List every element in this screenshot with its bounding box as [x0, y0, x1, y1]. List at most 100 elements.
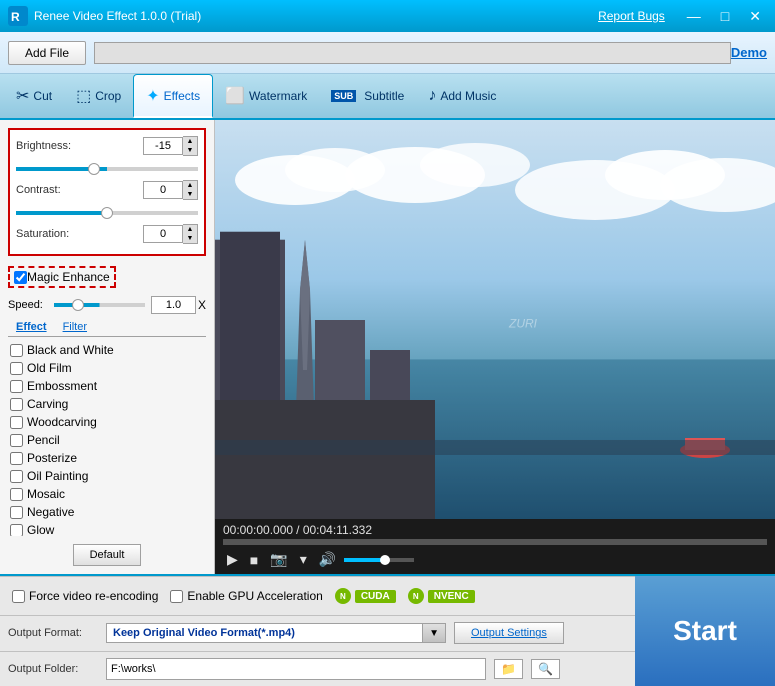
brightness-down[interactable]: ▼ [183, 146, 197, 155]
force-reencode-text: Force video re-encoding [29, 589, 158, 603]
list-item[interactable]: Mosaic [8, 485, 204, 503]
black-white-checkbox[interactable] [10, 344, 23, 357]
format-select[interactable]: Keep Original Video Format(*.mp4) ▼ [106, 623, 446, 643]
list-item[interactable]: Black and White [8, 341, 204, 359]
close-button[interactable]: ✕ [743, 6, 767, 27]
options-bar: Force video re-encoding Enable GPU Accel… [0, 576, 635, 615]
magic-enhance-checkbox-container[interactable]: Magic Enhance [8, 266, 116, 288]
magic-enhance-row: Magic Enhance [8, 266, 206, 288]
nvenc-badge: NVENC [428, 590, 475, 603]
format-dropdown-button[interactable]: ▼ [422, 624, 445, 642]
add-file-button[interactable]: Add File [8, 41, 86, 65]
play-button[interactable]: ▶ [223, 549, 242, 570]
mosaic-label: Mosaic [27, 487, 65, 501]
start-button[interactable]: Start [673, 615, 737, 647]
contrast-down[interactable]: ▼ [183, 190, 197, 199]
output-folder-label: Output Folder: [8, 663, 98, 675]
contrast-slider[interactable] [16, 211, 198, 215]
output-settings-button[interactable]: Output Settings [454, 622, 564, 644]
contrast-input[interactable] [143, 181, 183, 199]
tab-watermark[interactable]: ⬜ Watermark [213, 74, 319, 118]
playback-controls: ▶ ■ 📷 ▾ 🔊 [223, 549, 767, 570]
oil-painting-checkbox[interactable] [10, 470, 23, 483]
tab-cut[interactable]: ✂ Cut [4, 74, 64, 118]
list-item[interactable]: Embossment [8, 377, 204, 395]
magic-enhance-checkbox[interactable] [14, 271, 27, 284]
brightness-slider[interactable] [16, 167, 198, 171]
negative-label: Negative [27, 505, 74, 519]
volume-slider[interactable] [344, 558, 414, 562]
tab-add-music-label: Add Music [440, 89, 496, 103]
contrast-up[interactable]: ▲ [183, 181, 197, 190]
minimize-button[interactable]: — [681, 6, 707, 27]
stop-button[interactable]: ■ [246, 550, 262, 570]
progress-bar[interactable] [223, 539, 767, 545]
list-item[interactable]: Glow [8, 521, 204, 536]
video-background: ZURI [215, 120, 775, 519]
cuda-badge: CUDA [355, 590, 396, 603]
screenshot-dropdown[interactable]: ▾ [296, 549, 311, 570]
tab-watermark-label: Watermark [249, 89, 307, 103]
enable-gpu-label[interactable]: Enable GPU Acceleration [170, 589, 322, 603]
brightness-up[interactable]: ▲ [183, 137, 197, 146]
subtitle-icon: SUB [331, 90, 356, 102]
crop-icon: ⬚ [76, 86, 91, 106]
brightness-arrows: ▲ ▼ [183, 136, 198, 156]
saturation-input[interactable] [143, 225, 183, 243]
tab-filter[interactable]: Filter [55, 318, 95, 336]
default-button[interactable]: Default [73, 544, 142, 566]
saturation-up[interactable]: ▲ [183, 225, 197, 234]
volume-button[interactable]: 🔊 [315, 549, 340, 570]
list-item[interactable]: Posterize [8, 449, 204, 467]
folder-path-input[interactable] [106, 658, 486, 680]
list-item[interactable]: Negative [8, 503, 204, 521]
list-item[interactable]: Carving [8, 395, 204, 413]
mosaic-checkbox[interactable] [10, 488, 23, 501]
music-icon: ♪ [428, 87, 436, 105]
maximize-button[interactable]: □ [715, 6, 735, 27]
list-item[interactable]: Old Film [8, 359, 204, 377]
folder-browse-button[interactable]: 📁 [494, 659, 523, 679]
brightness-input[interactable] [143, 137, 183, 155]
woodcarving-checkbox[interactable] [10, 416, 23, 429]
tab-effects-label: Effects [164, 89, 200, 103]
tab-effect[interactable]: Effect [8, 318, 55, 336]
tab-crop-label: Crop [95, 89, 121, 103]
list-item[interactable]: Pencil [8, 431, 204, 449]
magic-enhance-label: Magic Enhance [27, 270, 110, 284]
effect-list-container: Black and White Old Film Embossment Carv… [8, 341, 206, 536]
window-controls: — □ ✕ [681, 6, 767, 27]
old-film-checkbox[interactable] [10, 362, 23, 375]
posterize-checkbox[interactable] [10, 452, 23, 465]
speed-slider[interactable] [54, 303, 145, 307]
list-item[interactable]: Woodcarving [8, 413, 204, 431]
negative-checkbox[interactable] [10, 506, 23, 519]
list-item[interactable]: Oil Painting [8, 467, 204, 485]
tab-crop[interactable]: ⬚ Crop [64, 74, 133, 118]
speed-input[interactable] [151, 296, 196, 314]
bottom-section: Force video re-encoding Enable GPU Accel… [0, 574, 775, 686]
output-folder-bar: Output Folder: 📁 🔍 [0, 651, 635, 686]
report-bugs-link[interactable]: Report Bugs [598, 9, 665, 23]
brightness-label: Brightness: [16, 140, 84, 152]
force-reencode-label[interactable]: Force video re-encoding [12, 589, 158, 603]
saturation-down[interactable]: ▼ [183, 234, 197, 243]
force-reencode-checkbox[interactable] [12, 590, 25, 603]
glow-checkbox[interactable] [10, 524, 23, 537]
tab-effects[interactable]: ✦ Effects [133, 74, 213, 118]
embossment-label: Embossment [27, 379, 97, 393]
tab-subtitle[interactable]: SUB Subtitle [319, 74, 416, 118]
nvidia-nvenc-group: N NVENC [408, 588, 475, 604]
folder-search-button[interactable]: 🔍 [531, 659, 560, 679]
tab-add-music[interactable]: ♪ Add Music [416, 74, 508, 118]
nav-tabs: ✂ Cut ⬚ Crop ✦ Effects ⬜ Watermark SUB S… [0, 74, 775, 120]
speed-suffix: X [198, 298, 206, 312]
enable-gpu-checkbox[interactable] [170, 590, 183, 603]
carving-checkbox[interactable] [10, 398, 23, 411]
nvidia-cuda-group: N CUDA [335, 588, 396, 604]
svg-text:R: R [11, 10, 20, 24]
embossment-checkbox[interactable] [10, 380, 23, 393]
screenshot-button[interactable]: 📷 [266, 549, 291, 570]
pencil-checkbox[interactable] [10, 434, 23, 447]
speed-row: Speed: X [8, 296, 206, 314]
